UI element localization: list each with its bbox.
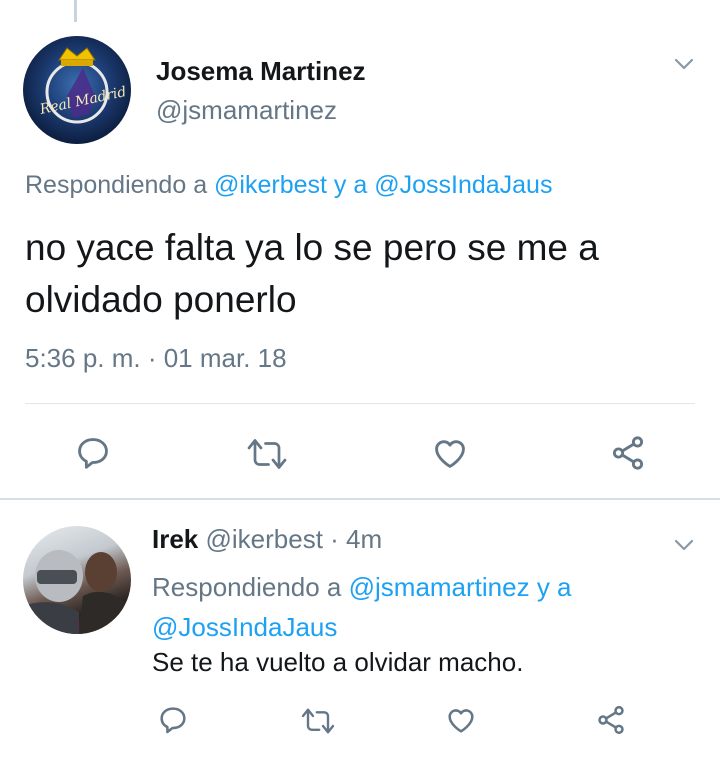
profile-photo-icon: [23, 550, 127, 634]
replying-prefix: Respondiendo a: [152, 572, 349, 602]
tweet-text: Se te ha vuelto a olvidar macho.: [152, 647, 524, 677]
replying-prefix: Respondiendo a: [25, 171, 215, 199]
thread-connector: [74, 0, 77, 22]
like-icon[interactable]: [444, 704, 478, 736]
replying-join[interactable]: y a: [327, 171, 374, 199]
mention-link[interactable]: @jsmamartinez: [349, 572, 530, 602]
share-icon[interactable]: [594, 704, 628, 736]
tweet-text: no yace falta ya lo se pero se me a olvi…: [25, 227, 599, 320]
author-handle[interactable]: @ikerbest: [206, 524, 323, 554]
divider: [25, 403, 695, 404]
mention-link[interactable]: @JossIndaJaus: [152, 612, 337, 642]
author-name[interactable]: Josema Martinez: [156, 56, 366, 87]
reply-icon[interactable]: [74, 434, 112, 472]
author-name[interactable]: Irek: [152, 524, 198, 554]
retweet-icon[interactable]: [246, 436, 288, 472]
real-madrid-crest-icon: Real Madrid: [38, 47, 128, 124]
reply-header: Irek @ikerbest · 4m: [152, 524, 382, 555]
reply-icon[interactable]: [157, 704, 189, 736]
mention-link[interactable]: @ikerbest: [214, 171, 327, 199]
replying-to: Respondiendo a @jsmamartinez y a @JossInd…: [152, 567, 672, 647]
tweet-age[interactable]: · 4m: [330, 524, 382, 554]
like-icon[interactable]: [430, 434, 470, 472]
divider: [0, 498, 720, 500]
mention-link[interactable]: @JossIndaJaus: [374, 171, 552, 199]
replying-join[interactable]: y a: [530, 572, 572, 602]
retweet-icon[interactable]: [300, 706, 336, 736]
avatar[interactable]: Real Madrid: [23, 36, 131, 144]
avatar[interactable]: [23, 526, 131, 634]
chevron-down-icon[interactable]: [672, 52, 696, 76]
author-handle[interactable]: @jsmamartinez: [156, 95, 337, 126]
timestamp[interactable]: 5:36 p. m. · 01 mar. 18: [25, 343, 287, 374]
replying-to: Respondiendo a @ikerbest y a @JossIndaJa…: [25, 171, 552, 200]
share-icon[interactable]: [608, 434, 648, 472]
chevron-down-icon[interactable]: [672, 533, 696, 557]
